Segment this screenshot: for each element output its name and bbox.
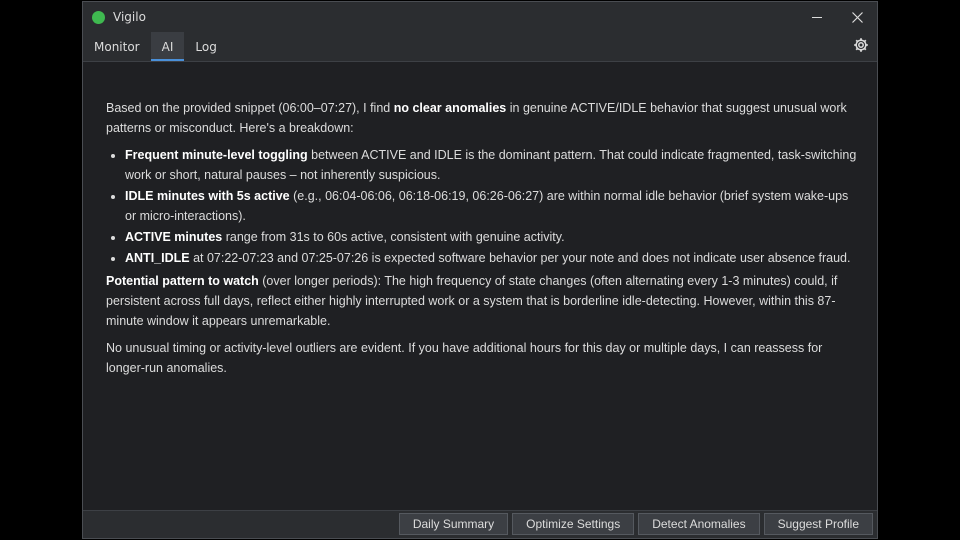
list-item-text: at 07:22-07:23 and 07:25-07:26 is expect…: [189, 251, 851, 265]
pattern-emphasis: Potential pattern to watch: [106, 274, 259, 288]
app-window: Vigilo Monitor AI Log Based on the provi…: [82, 1, 878, 539]
minimize-icon: [812, 16, 822, 18]
intro-emphasis: no clear anomalies: [393, 101, 507, 115]
list-item: ANTI_IDLE at 07:22-07:23 and 07:25-07:26…: [125, 248, 857, 268]
suggest-profile-button[interactable]: Suggest Profile: [763, 513, 873, 535]
closing-paragraph: No unusual timing or activity-level outl…: [106, 341, 823, 375]
gear-icon[interactable]: [853, 37, 869, 53]
detect-anomalies-button[interactable]: Detect Anomalies: [638, 513, 760, 535]
app-title: Vigilo: [113, 10, 146, 24]
daily-summary-button[interactable]: Daily Summary: [398, 513, 509, 535]
optimize-settings-button[interactable]: Optimize Settings: [512, 513, 635, 535]
intro-text-a: Based on the provided snippet (06:00–07:…: [106, 101, 394, 115]
tab-bar: Monitor AI Log: [83, 32, 877, 61]
list-item-title: Frequent minute-level toggling: [125, 148, 308, 162]
tab-monitor[interactable]: Monitor: [83, 32, 151, 61]
list-item: IDLE minutes with 5s active (e.g., 06:04…: [125, 186, 857, 226]
intro-paragraph: Based on the provided snippet (06:00–07:…: [106, 98, 857, 138]
app-status-icon: [92, 10, 105, 24]
window-controls: [797, 2, 877, 32]
list-item-text: range from 31s to 60s active, consistent…: [222, 230, 565, 244]
minimize-button[interactable]: [797, 2, 837, 32]
list-item: ACTIVE minutes range from 31s to 60s act…: [125, 227, 857, 247]
title-bar[interactable]: Vigilo: [83, 2, 877, 32]
pattern-paragraph: Potential pattern to watch (over longer …: [106, 271, 857, 331]
action-bar: Daily Summary Optimize Settings Detect A…: [83, 510, 877, 538]
list-item: Frequent minute-level toggling between A…: [125, 145, 857, 185]
list-item-title: IDLE minutes with 5s active: [125, 189, 290, 203]
close-button[interactable]: [837, 2, 877, 32]
tab-log[interactable]: Log: [184, 32, 227, 61]
breakdown-list: Frequent minute-level toggling between A…: [106, 145, 857, 268]
list-item-title: ANTI_IDLE: [125, 251, 190, 265]
list-item-title: ACTIVE minutes: [125, 230, 223, 244]
ai-response-panel: Based on the provided snippet (06:00–07:…: [83, 61, 877, 511]
close-icon: [851, 11, 863, 23]
tab-ai[interactable]: AI: [150, 32, 185, 61]
